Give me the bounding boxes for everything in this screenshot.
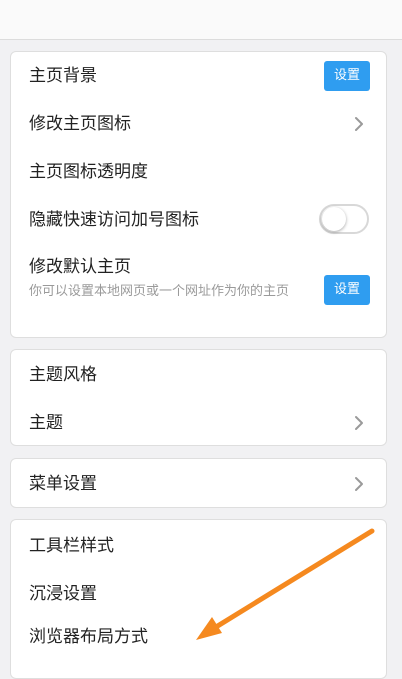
- immersive-settings-row[interactable]: 沉浸设置: [11, 568, 386, 616]
- top-bar: [0, 0, 402, 40]
- menu-card: 菜单设置: [10, 458, 387, 508]
- default-home-description: 你可以设置本地网页或一个网址作为你的主页: [29, 284, 290, 299]
- toolbar-card: 工具栏样式 沉浸设置 浏览器布局方式: [10, 519, 387, 679]
- theme-label: 主题: [29, 413, 63, 433]
- home-background-label: 主页背景: [29, 66, 97, 86]
- browser-layout-row[interactable]: 浏览器布局方式: [11, 616, 386, 664]
- hide-plus-icon-toggle[interactable]: [319, 204, 369, 234]
- chevron-right-icon: [355, 477, 363, 491]
- theme-card: 主题风格 主题: [10, 349, 387, 446]
- hide-plus-icon-label: 隐藏快速访问加号图标: [29, 210, 199, 230]
- toolbar-style-label: 工具栏样式: [29, 536, 114, 556]
- default-home-row[interactable]: 修改默认主页 你可以设置本地网页或一个网址作为你的主页 设置: [11, 244, 386, 339]
- toolbar-style-row[interactable]: 工具栏样式: [11, 520, 386, 568]
- theme-row[interactable]: 主题: [11, 398, 386, 446]
- icon-opacity-row[interactable]: 主页图标透明度: [11, 148, 386, 196]
- hide-plus-icon-row[interactable]: 隐藏快速访问加号图标: [11, 196, 386, 244]
- browser-layout-label: 浏览器布局方式: [29, 627, 148, 647]
- default-home-set-button[interactable]: 设置: [324, 275, 370, 305]
- toggle-knob: [322, 207, 346, 231]
- home-background-row[interactable]: 主页背景 设置: [11, 52, 386, 100]
- theme-style-label: 主题风格: [29, 365, 97, 385]
- default-home-label: 修改默认主页: [29, 257, 131, 277]
- change-home-icon-row[interactable]: 修改主页图标: [11, 100, 386, 148]
- icon-opacity-label: 主页图标透明度: [29, 162, 148, 182]
- menu-settings-row[interactable]: 菜单设置: [11, 459, 386, 507]
- change-home-icon-label: 修改主页图标: [29, 114, 131, 134]
- home-settings-card: 主页背景 设置 修改主页图标 主页图标透明度 隐藏快速访问加号图标 修改默认主页…: [10, 51, 387, 338]
- immersive-settings-label: 沉浸设置: [29, 584, 97, 604]
- chevron-right-icon: [355, 117, 363, 131]
- theme-style-row[interactable]: 主题风格: [11, 350, 386, 398]
- chevron-right-icon: [355, 416, 363, 430]
- home-background-set-button[interactable]: 设置: [324, 61, 370, 91]
- menu-settings-label: 菜单设置: [29, 474, 97, 494]
